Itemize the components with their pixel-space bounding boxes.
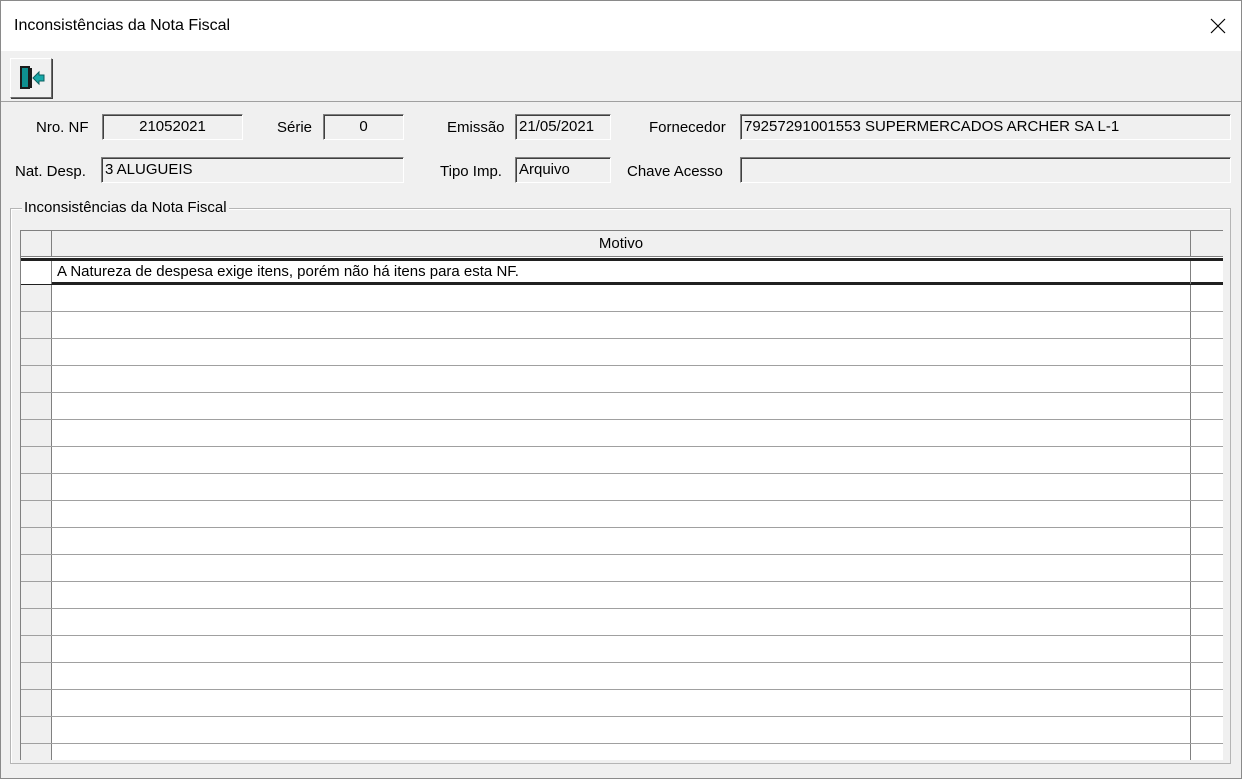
table-row[interactable] (21, 690, 1223, 717)
table-row[interactable] (21, 555, 1223, 582)
row-indicator[interactable] (21, 474, 52, 500)
motivo-cell[interactable] (52, 393, 1191, 419)
row-indicator-header (21, 231, 52, 256)
table-row[interactable] (21, 420, 1223, 447)
table-row[interactable] (21, 528, 1223, 555)
motivo-cell[interactable] (52, 609, 1191, 635)
row-indicator[interactable] (21, 420, 52, 446)
motivo-cell[interactable] (52, 366, 1191, 392)
table-row[interactable] (21, 474, 1223, 501)
emissao-field[interactable]: 21/05/2021 (515, 114, 611, 140)
table-row[interactable] (21, 717, 1223, 744)
fornecedor-field[interactable]: 79257291001553 SUPERMERCADOS ARCHER SA L… (740, 114, 1231, 140)
tipo-imp-field[interactable]: Arquivo (515, 157, 611, 183)
motivo-cell[interactable] (52, 501, 1191, 527)
nat-desp-label: Nat. Desp. (15, 163, 86, 180)
row-indicator[interactable] (21, 261, 52, 284)
row-indicator[interactable] (21, 528, 52, 554)
motivo-cell[interactable] (52, 312, 1191, 338)
motivo-cell[interactable] (52, 690, 1191, 716)
row-indicator[interactable] (21, 609, 52, 635)
motivo-cell[interactable] (52, 582, 1191, 608)
motivo-cell[interactable] (52, 474, 1191, 500)
chave-acesso-label: Chave Acesso (627, 163, 723, 180)
table-row[interactable] (21, 366, 1223, 393)
fornecedor-label: Fornecedor (649, 119, 726, 136)
tipo-imp-label: Tipo Imp. (440, 163, 502, 180)
exit-button[interactable] (10, 58, 52, 98)
grid-header: Motivo (21, 231, 1223, 257)
motivo-cell[interactable] (52, 447, 1191, 473)
motivo-cell[interactable] (52, 717, 1191, 743)
motivo-cell[interactable] (52, 528, 1191, 554)
column-header-extra (1191, 231, 1223, 256)
table-row[interactable] (21, 609, 1223, 636)
inconsistencias-window: Inconsistências da Nota Fiscal Nro. NF 2… (0, 0, 1242, 779)
emissao-label: Emissão (447, 119, 505, 136)
motivo-cell[interactable] (52, 744, 1191, 760)
motivo-cell[interactable] (52, 663, 1191, 689)
row-indicator[interactable] (21, 744, 52, 760)
nro-nf-field[interactable]: 21052021 (102, 114, 243, 140)
title-bar: Inconsistências da Nota Fiscal (1, 1, 1241, 51)
row-indicator[interactable] (21, 312, 52, 338)
table-row[interactable] (21, 663, 1223, 690)
row-indicator[interactable] (21, 501, 52, 527)
row-indicator[interactable] (21, 717, 52, 743)
inconsistencias-grid[interactable]: Motivo A Natureza de despesa exige itens… (20, 230, 1223, 760)
motivo-cell[interactable] (52, 636, 1191, 662)
table-row[interactable] (21, 285, 1223, 312)
row-indicator[interactable] (21, 690, 52, 716)
row-indicator[interactable] (21, 582, 52, 608)
table-row[interactable] (21, 339, 1223, 366)
table-row[interactable] (21, 393, 1223, 420)
nro-nf-label: Nro. NF (36, 119, 89, 136)
table-row[interactable] (21, 501, 1223, 528)
table-row[interactable] (21, 312, 1223, 339)
motivo-cell[interactable] (52, 420, 1191, 446)
groupbox-title: Inconsistências da Nota Fiscal (22, 199, 229, 216)
row-indicator[interactable] (21, 447, 52, 473)
motivo-cell[interactable] (52, 555, 1191, 581)
table-row[interactable]: A Natureza de despesa exige itens, porém… (21, 258, 1223, 285)
row-indicator[interactable] (21, 285, 52, 311)
row-indicator[interactable] (21, 636, 52, 662)
table-row[interactable] (21, 447, 1223, 474)
table-row[interactable] (21, 582, 1223, 609)
nat-desp-field[interactable]: 3 ALUGUEIS (101, 157, 404, 183)
close-button[interactable] (1195, 1, 1241, 51)
row-indicator[interactable] (21, 366, 52, 392)
motivo-cell[interactable]: A Natureza de despesa exige itens, porém… (52, 261, 1191, 284)
motivo-cell[interactable] (52, 339, 1191, 365)
row-indicator[interactable] (21, 339, 52, 365)
toolbar (1, 51, 1241, 102)
row-indicator[interactable] (21, 555, 52, 581)
serie-field[interactable]: 0 (323, 114, 404, 140)
exit-door-icon (20, 66, 45, 89)
table-row[interactable] (21, 636, 1223, 663)
row-indicator[interactable] (21, 393, 52, 419)
column-header-motivo[interactable]: Motivo (52, 231, 1191, 256)
window-title: Inconsistências da Nota Fiscal (14, 17, 231, 34)
motivo-cell[interactable] (52, 285, 1191, 311)
close-icon (1210, 18, 1226, 34)
chave-acesso-field[interactable] (740, 157, 1231, 183)
table-row[interactable] (21, 744, 1223, 760)
row-indicator[interactable] (21, 663, 52, 689)
serie-label: Série (277, 119, 313, 136)
